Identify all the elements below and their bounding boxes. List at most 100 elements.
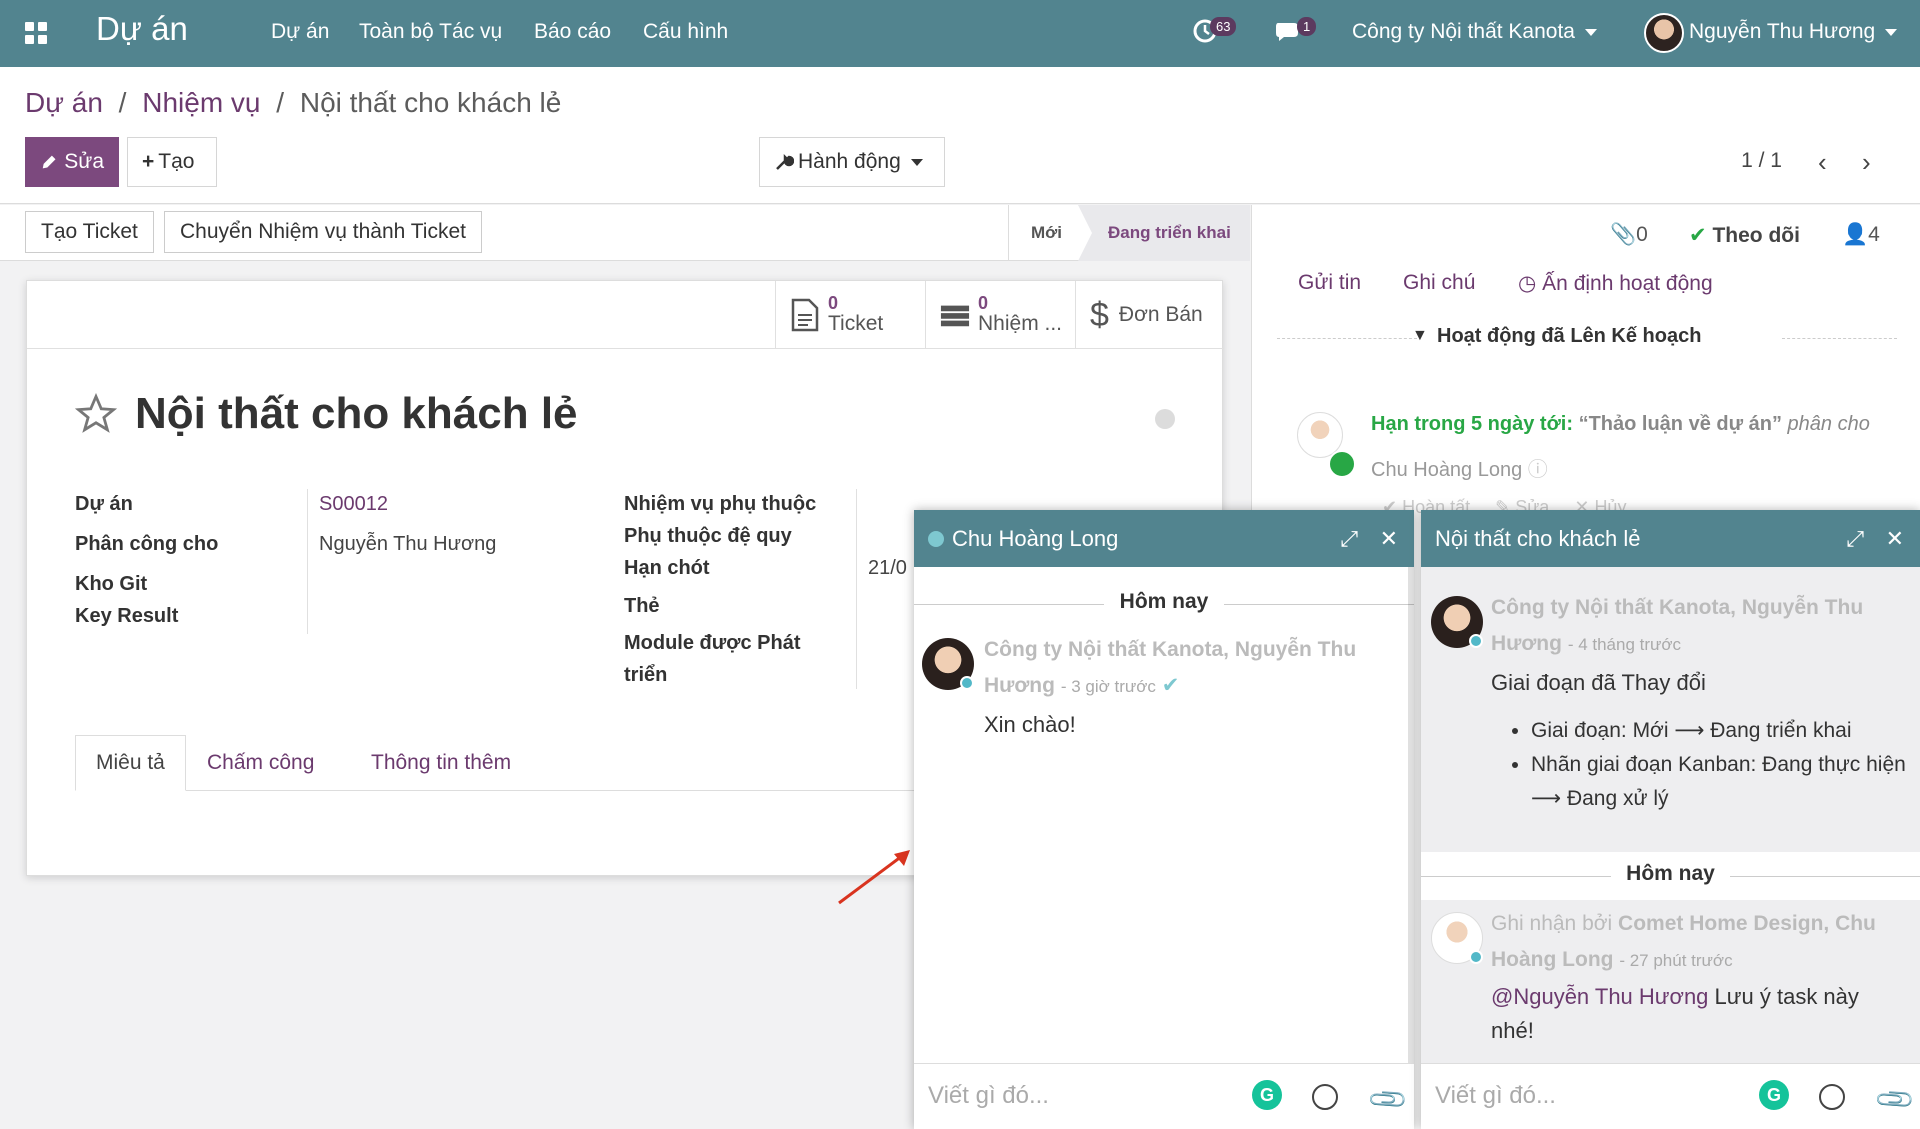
emoji-icon[interactable] xyxy=(1312,1084,1338,1110)
expand-icon[interactable]: ⤢ xyxy=(1846,526,1864,552)
top-navbar: Dự án Dự án Toàn bộ Tác vụ Báo cáo Cấu h… xyxy=(0,0,1920,67)
log-note-button[interactable]: Ghi chú xyxy=(1403,271,1475,295)
menu-toan-bo-tac-vu[interactable]: Toàn bộ Tác vụ xyxy=(359,20,502,44)
user-menu[interactable]: Nguyễn Thu Hương xyxy=(1689,20,1898,44)
chat-window-header[interactable]: Chu Hoàng Long ⤢ ✕ xyxy=(914,510,1414,567)
attachments-button[interactable]: 📎0 xyxy=(1610,223,1648,247)
close-icon[interactable]: ✕ xyxy=(1380,526,1398,552)
label-du-an: Dự án xyxy=(75,493,133,515)
divider xyxy=(856,489,857,689)
breadcrumb-du-an[interactable]: Dự án xyxy=(25,87,103,118)
tracking-item: Nhãn giai đoạn Kanban: Đang thực hiện ⟶ … xyxy=(1531,748,1911,816)
author-prefix: Ghi nhận bởi xyxy=(1491,912,1613,935)
task-label: Nhiệm ... xyxy=(978,312,1063,335)
message-body: Giai đoạn đã Thay đổi xyxy=(1491,670,1706,695)
separator-line xyxy=(914,604,1104,605)
assignee-value[interactable]: Nguyễn Thu Hương xyxy=(319,533,496,556)
tab-cham-cong[interactable]: Chấm công xyxy=(187,735,334,791)
planned-activities-header[interactable]: ▼ Hoạt động đã Lên Kế hoạch xyxy=(1277,323,1897,353)
chat-window-title: Chu Hoàng Long xyxy=(952,525,1119,551)
online-status-icon xyxy=(1469,634,1483,648)
online-status-icon xyxy=(1469,950,1483,964)
follow-button[interactable]: ✔ Theo dõi xyxy=(1689,223,1800,248)
followers-button[interactable]: 👤4 xyxy=(1842,223,1880,247)
message-input[interactable]: Viết gì đó... xyxy=(1435,1082,1556,1110)
create-ticket-button[interactable]: Tạo Ticket xyxy=(25,211,154,253)
apps-menu-icon[interactable] xyxy=(25,22,47,44)
ticket-smart-button[interactable]: 0 Ticket xyxy=(775,281,925,349)
menu-cau-hinh[interactable]: Cấu hình xyxy=(643,20,728,44)
activity-assigned: phân cho xyxy=(1787,413,1870,435)
caret-down-icon: ▼ xyxy=(1412,327,1428,344)
attachment-icon[interactable]: 📎 xyxy=(1366,1077,1411,1122)
tab-mieu-ta[interactable]: Miêu tả xyxy=(75,735,186,791)
edit-button[interactable]: Sửa xyxy=(25,137,119,187)
pager-next-icon[interactable]: › xyxy=(1862,147,1871,178)
create-button[interactable]: + Tạo xyxy=(127,137,217,187)
message-time: - 27 phút trước xyxy=(1619,951,1733,970)
menu-du-an[interactable]: Dự án xyxy=(271,20,329,44)
ticket-count: 0 xyxy=(828,293,839,313)
project-value[interactable]: S00012 xyxy=(319,493,388,516)
annotation-arrow-icon xyxy=(838,850,910,905)
breadcrumb-separator: / xyxy=(276,87,285,118)
close-icon[interactable]: ✕ xyxy=(1886,526,1904,552)
user-mention[interactable]: @Nguyễn Thu Hương xyxy=(1491,984,1708,1009)
day-separator: Hôm nay xyxy=(914,590,1414,614)
attachment-icon[interactable]: 📎 xyxy=(1873,1077,1918,1122)
action-dropdown[interactable]: Hành động xyxy=(759,137,945,187)
seen-check-icon: ✔ xyxy=(1161,674,1180,697)
label-phan-cong-cho: Phân công cho xyxy=(75,533,219,555)
stage-dang-trien-khai[interactable]: Đang triển khai xyxy=(1078,205,1250,261)
user-avatar[interactable] xyxy=(1644,13,1684,53)
company-switcher[interactable]: Công ty Nội thất Kanota xyxy=(1352,20,1597,44)
tab-thong-tin-them[interactable]: Thông tin thêm xyxy=(351,735,531,791)
info-icon[interactable]: ⓘ xyxy=(1528,459,1548,481)
send-message-button[interactable]: Gửi tin xyxy=(1298,271,1361,295)
user-icon: 👤 xyxy=(1842,223,1869,246)
day-separator: Hôm nay xyxy=(1421,862,1920,886)
breadcrumb-nhiem-vu[interactable]: Nhiệm vụ xyxy=(142,87,260,118)
pager-value[interactable]: 1 / 1 xyxy=(1741,149,1782,173)
form-statusbar: Tạo Ticket Chuyển Nhiệm vụ thành Ticket … xyxy=(0,205,1250,261)
scrollbar[interactable] xyxy=(1408,567,1414,1063)
chat-composer: Viết gì đó... G 📎 xyxy=(1421,1063,1920,1129)
separator-line xyxy=(1730,876,1920,877)
app-brand[interactable]: Dự án xyxy=(96,10,188,48)
label-the: Thẻ xyxy=(624,595,660,617)
day-label: Hôm nay xyxy=(1626,862,1715,885)
expand-icon[interactable]: ⤢ xyxy=(1340,526,1358,552)
pager-previous-icon[interactable]: ‹ xyxy=(1818,147,1827,178)
label-key-result: Key Result xyxy=(75,605,179,627)
sales-order-smart-button[interactable]: $ Đơn Bán xyxy=(1075,281,1224,349)
task-smart-button[interactable]: 0 Nhiệm ... xyxy=(925,281,1075,349)
convert-to-ticket-button[interactable]: Chuyển Nhiệm vụ thành Ticket xyxy=(164,211,482,253)
star-icon[interactable] xyxy=(75,393,117,435)
deadline-value[interactable]: 21/0 xyxy=(868,557,907,580)
grammarly-icon[interactable]: G xyxy=(1759,1080,1789,1110)
check-icon: ✔ xyxy=(1689,224,1707,247)
menu-bao-cao[interactable]: Báo cáo xyxy=(534,20,611,44)
label-module-duoc-phat-trien: Module được Phát triển xyxy=(624,632,801,686)
dashed-divider xyxy=(1277,338,1417,339)
activity-badge: 63 xyxy=(1210,17,1237,36)
task-title[interactable]: Nội thất cho khách lẻ xyxy=(135,389,578,439)
activity-summary: Hạn trong 5 ngày tới: “Thảo luận về dự á… xyxy=(1371,413,1870,436)
breadcrumb-current: Nội thất cho khách lẻ xyxy=(299,87,562,118)
message-input[interactable]: Viết gì đó... xyxy=(928,1082,1049,1110)
chat-window-header[interactable]: Nội thất cho khách lẻ ⤢ ✕ xyxy=(1421,510,1920,567)
user-name: Nguyễn Thu Hương xyxy=(1689,20,1876,43)
activity-type-icon xyxy=(1328,450,1356,478)
breadcrumb-separator: / xyxy=(118,87,127,118)
followers-count: 4 xyxy=(1868,223,1880,246)
tasks-icon xyxy=(940,305,970,327)
grammarly-icon[interactable]: G xyxy=(1252,1080,1282,1110)
schedule-activity-button[interactable]: ◷ Ấn định hoạt động xyxy=(1518,271,1713,296)
online-status-icon xyxy=(928,530,944,547)
kanban-state-indicator[interactable] xyxy=(1155,409,1175,429)
emoji-icon[interactable] xyxy=(1819,1084,1845,1110)
message-author: Công ty Nội thất Kanota, Nguyễn Thu Hươn… xyxy=(984,632,1394,705)
messaging-badge: 1 xyxy=(1297,17,1317,36)
chevron-down-icon xyxy=(910,158,923,166)
stage-moi[interactable]: Mới xyxy=(1008,205,1078,261)
